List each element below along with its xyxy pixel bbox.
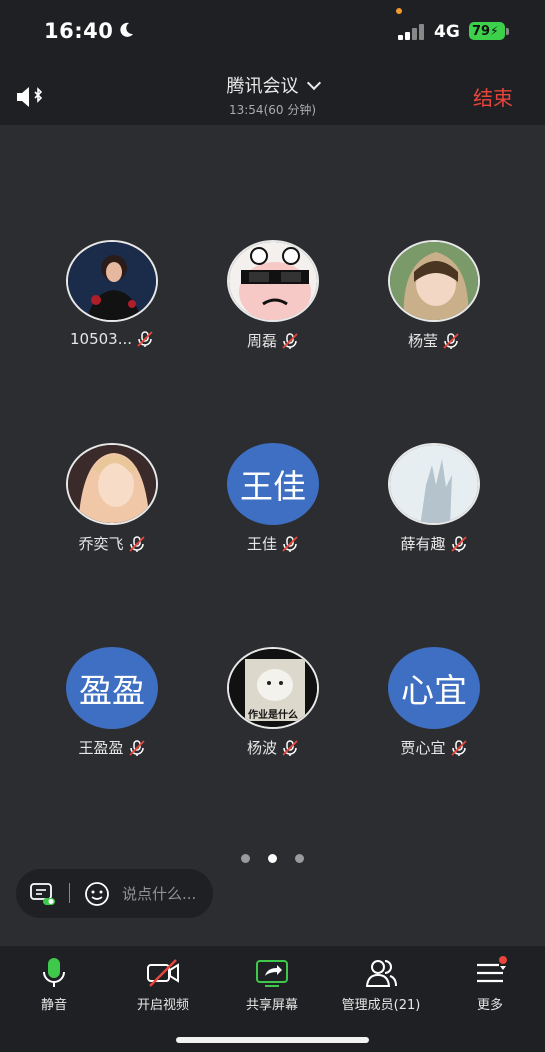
start-video-button[interactable]: 开启视频 <box>109 946 217 1013</box>
video-off-icon <box>147 959 179 987</box>
avatar <box>66 240 158 322</box>
participant-tile[interactable]: 薛有趣 <box>364 443 504 554</box>
mic-muted-icon <box>443 332 459 349</box>
chat-placeholder[interactable]: 说点什么... <box>122 883 196 904</box>
manage-members-label: 管理成员(21) <box>341 998 421 1013</box>
participant-tile[interactable]: 心宜 贾心宜 <box>364 647 504 758</box>
battery-tip <box>506 28 509 35</box>
divider <box>69 883 70 903</box>
start-video-label: 开启视频 <box>136 998 189 1013</box>
share-screen-label: 共享屏幕 <box>245 998 298 1013</box>
chat-input-bar[interactable]: 说点什么... <box>16 869 213 918</box>
participant-tile[interactable]: 作业是什么 杨波 <box>203 647 343 758</box>
mic-muted-icon <box>282 535 298 552</box>
avatar <box>388 443 480 525</box>
participant-name: 王佳 <box>246 535 277 553</box>
participant-name: 周磊 <box>246 332 277 350</box>
participant-tile[interactable]: 杨莹 <box>364 240 504 351</box>
privacy-indicator <box>396 8 402 14</box>
menu-icon <box>477 956 507 983</box>
participant-name: 乔奕飞 <box>78 535 124 553</box>
page-dot-active[interactable] <box>268 854 277 863</box>
avatar <box>388 240 480 322</box>
participant-tile[interactable]: 盈盈 王盈盈 <box>42 647 182 758</box>
participant-name: 杨莹 <box>407 332 438 350</box>
mic-muted-icon <box>450 739 467 756</box>
emoji-icon[interactable] <box>84 881 110 907</box>
avatar: 王佳 <box>227 443 319 525</box>
end-meeting-button[interactable]: 结束 <box>473 82 513 111</box>
more-label: 更多 <box>476 998 503 1013</box>
participant-tile[interactable]: 周磊 <box>203 240 343 351</box>
manage-members-button[interactable]: 管理成员(21) <box>327 946 435 1013</box>
battery-level: 79 <box>472 24 491 39</box>
mic-muted-icon <box>282 739 298 756</box>
page-dot[interactable] <box>295 854 304 863</box>
avatar: 盈盈 <box>66 647 158 729</box>
home-indicator[interactable] <box>176 1037 369 1043</box>
signal-icon <box>398 24 426 40</box>
mic-muted-icon <box>450 535 467 552</box>
battery-icon: 79⚡ <box>469 22 505 40</box>
avatar <box>66 443 158 525</box>
mute-label: 静音 <box>40 998 67 1013</box>
participant-name: 王盈盈 <box>78 739 124 757</box>
status-time: 16:40 <box>44 19 114 43</box>
share-screen-button[interactable]: 共享屏幕 <box>218 946 326 1013</box>
participant-tile[interactable]: 10503... <box>42 240 182 348</box>
participant-tile[interactable]: 乔奕飞 <box>42 443 182 554</box>
participant-name: 薛有趣 <box>400 535 446 553</box>
meeting-title[interactable]: 腾讯会议 <box>0 72 545 98</box>
meeting-time: 13:54(60 分钟) <box>228 103 317 117</box>
mic-muted-icon <box>128 739 145 756</box>
more-button[interactable]: 更多 <box>436 946 544 1013</box>
moon-icon <box>120 22 133 37</box>
page-dot[interactable] <box>241 854 250 863</box>
meeting-header: 腾讯会议 13:54(60 分钟) 结束 <box>0 62 545 125</box>
participant-name: 杨波 <box>246 739 277 757</box>
page-indicator[interactable] <box>0 848 545 867</box>
participant-name: 贾心宜 <box>400 739 446 757</box>
mic-muted-icon <box>128 535 145 552</box>
mute-button[interactable]: 静音 <box>0 946 108 1013</box>
chevron-down-icon <box>306 75 321 91</box>
participant-tile[interactable]: 王佳 王佳 <box>203 443 343 554</box>
mic-muted-icon <box>137 331 153 347</box>
avatar: 作业是什么 <box>227 647 319 729</box>
mic-muted-icon <box>282 332 298 349</box>
avatar: 心宜 <box>388 647 480 729</box>
meme-caption: 作业是什么 <box>248 710 298 721</box>
meeting-title-text: 腾讯会议 <box>226 76 299 97</box>
members-icon <box>365 960 397 987</box>
share-screen-icon <box>256 960 288 987</box>
microphone-icon <box>43 958 65 987</box>
participant-name: 10503... <box>69 330 133 348</box>
avatar <box>227 240 319 322</box>
network-type: 4G <box>434 22 460 42</box>
status-bar: 16:40 4G 79⚡ <box>0 0 545 62</box>
chat-settings-icon[interactable] <box>30 882 56 906</box>
